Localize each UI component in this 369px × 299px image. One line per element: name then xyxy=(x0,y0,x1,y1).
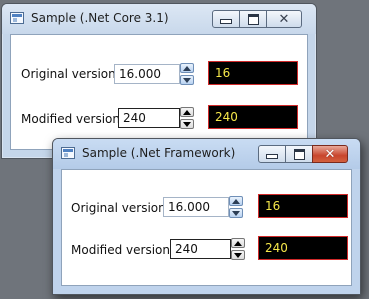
modified-version-output: 240 xyxy=(208,105,298,129)
spin-up-button[interactable] xyxy=(180,107,194,117)
minimize-button[interactable] xyxy=(212,10,240,28)
arrow-down-icon xyxy=(183,77,191,83)
arrow-up-icon xyxy=(234,240,242,246)
title-bar[interactable]: Sample (.Net Core 3.1) ✕ xyxy=(2,4,316,34)
minimize-button[interactable] xyxy=(258,145,286,163)
original-version-output: 16 xyxy=(208,61,298,85)
close-icon: ✕ xyxy=(278,11,290,27)
title-bar[interactable]: Sample (.Net Framework) ✕ xyxy=(53,139,360,169)
arrow-up-icon xyxy=(183,109,191,115)
maximize-icon xyxy=(293,148,305,160)
spin-down-button[interactable] xyxy=(180,119,194,129)
modified-version-label: Modified version: xyxy=(21,112,125,126)
window-title: Sample (.Net Core 3.1) xyxy=(31,11,169,25)
spin-down-button[interactable] xyxy=(231,250,245,260)
original-version-spinner xyxy=(229,196,243,218)
original-version-input[interactable]: 16.000 xyxy=(114,64,180,84)
modified-version-input[interactable]: 240 xyxy=(170,239,231,259)
maximize-icon xyxy=(247,13,259,25)
window-net-framework[interactable]: Sample (.Net Framework) ✕ Original versi… xyxy=(52,138,361,295)
arrow-down-icon xyxy=(183,121,191,127)
original-version-spinner xyxy=(180,63,194,85)
original-version-label: Original version: xyxy=(21,67,120,81)
modified-version-spinner xyxy=(231,238,245,260)
minimize-icon xyxy=(220,19,232,24)
window-app-icon xyxy=(10,12,24,24)
spin-up-button[interactable] xyxy=(231,238,245,248)
caption-buttons: ✕ xyxy=(258,145,348,164)
original-version-label: Original version: xyxy=(71,201,170,215)
window-client-area xyxy=(61,169,352,286)
original-version-output: 16 xyxy=(258,194,348,218)
window-title: Sample (.Net Framework) xyxy=(82,146,236,160)
spin-down-button[interactable] xyxy=(180,75,194,85)
arrow-up-icon xyxy=(183,65,191,71)
spin-up-button[interactable] xyxy=(229,196,243,206)
spin-down-button[interactable] xyxy=(229,208,243,218)
window-net-core[interactable]: Sample (.Net Core 3.1) ✕ Original versio… xyxy=(1,3,317,159)
close-button[interactable]: ✕ xyxy=(266,10,302,28)
spin-up-button[interactable] xyxy=(180,63,194,73)
maximize-button[interactable] xyxy=(239,10,267,28)
modified-version-label: Modified version: xyxy=(71,243,175,257)
modified-version-spinner xyxy=(180,107,194,129)
close-icon: ✕ xyxy=(324,146,336,162)
close-button[interactable]: ✕ xyxy=(312,145,348,163)
original-version-input[interactable]: 16.000 xyxy=(163,197,229,217)
arrow-down-icon xyxy=(234,252,242,258)
minimize-icon xyxy=(266,154,278,159)
maximize-button[interactable] xyxy=(285,145,313,163)
arrow-down-icon xyxy=(232,210,240,216)
window-client-area xyxy=(10,34,308,150)
arrow-up-icon xyxy=(232,198,240,204)
modified-version-output: 240 xyxy=(258,236,348,260)
window-app-icon xyxy=(61,147,75,159)
modified-version-input[interactable]: 240 xyxy=(118,108,180,128)
caption-buttons: ✕ xyxy=(212,10,302,29)
